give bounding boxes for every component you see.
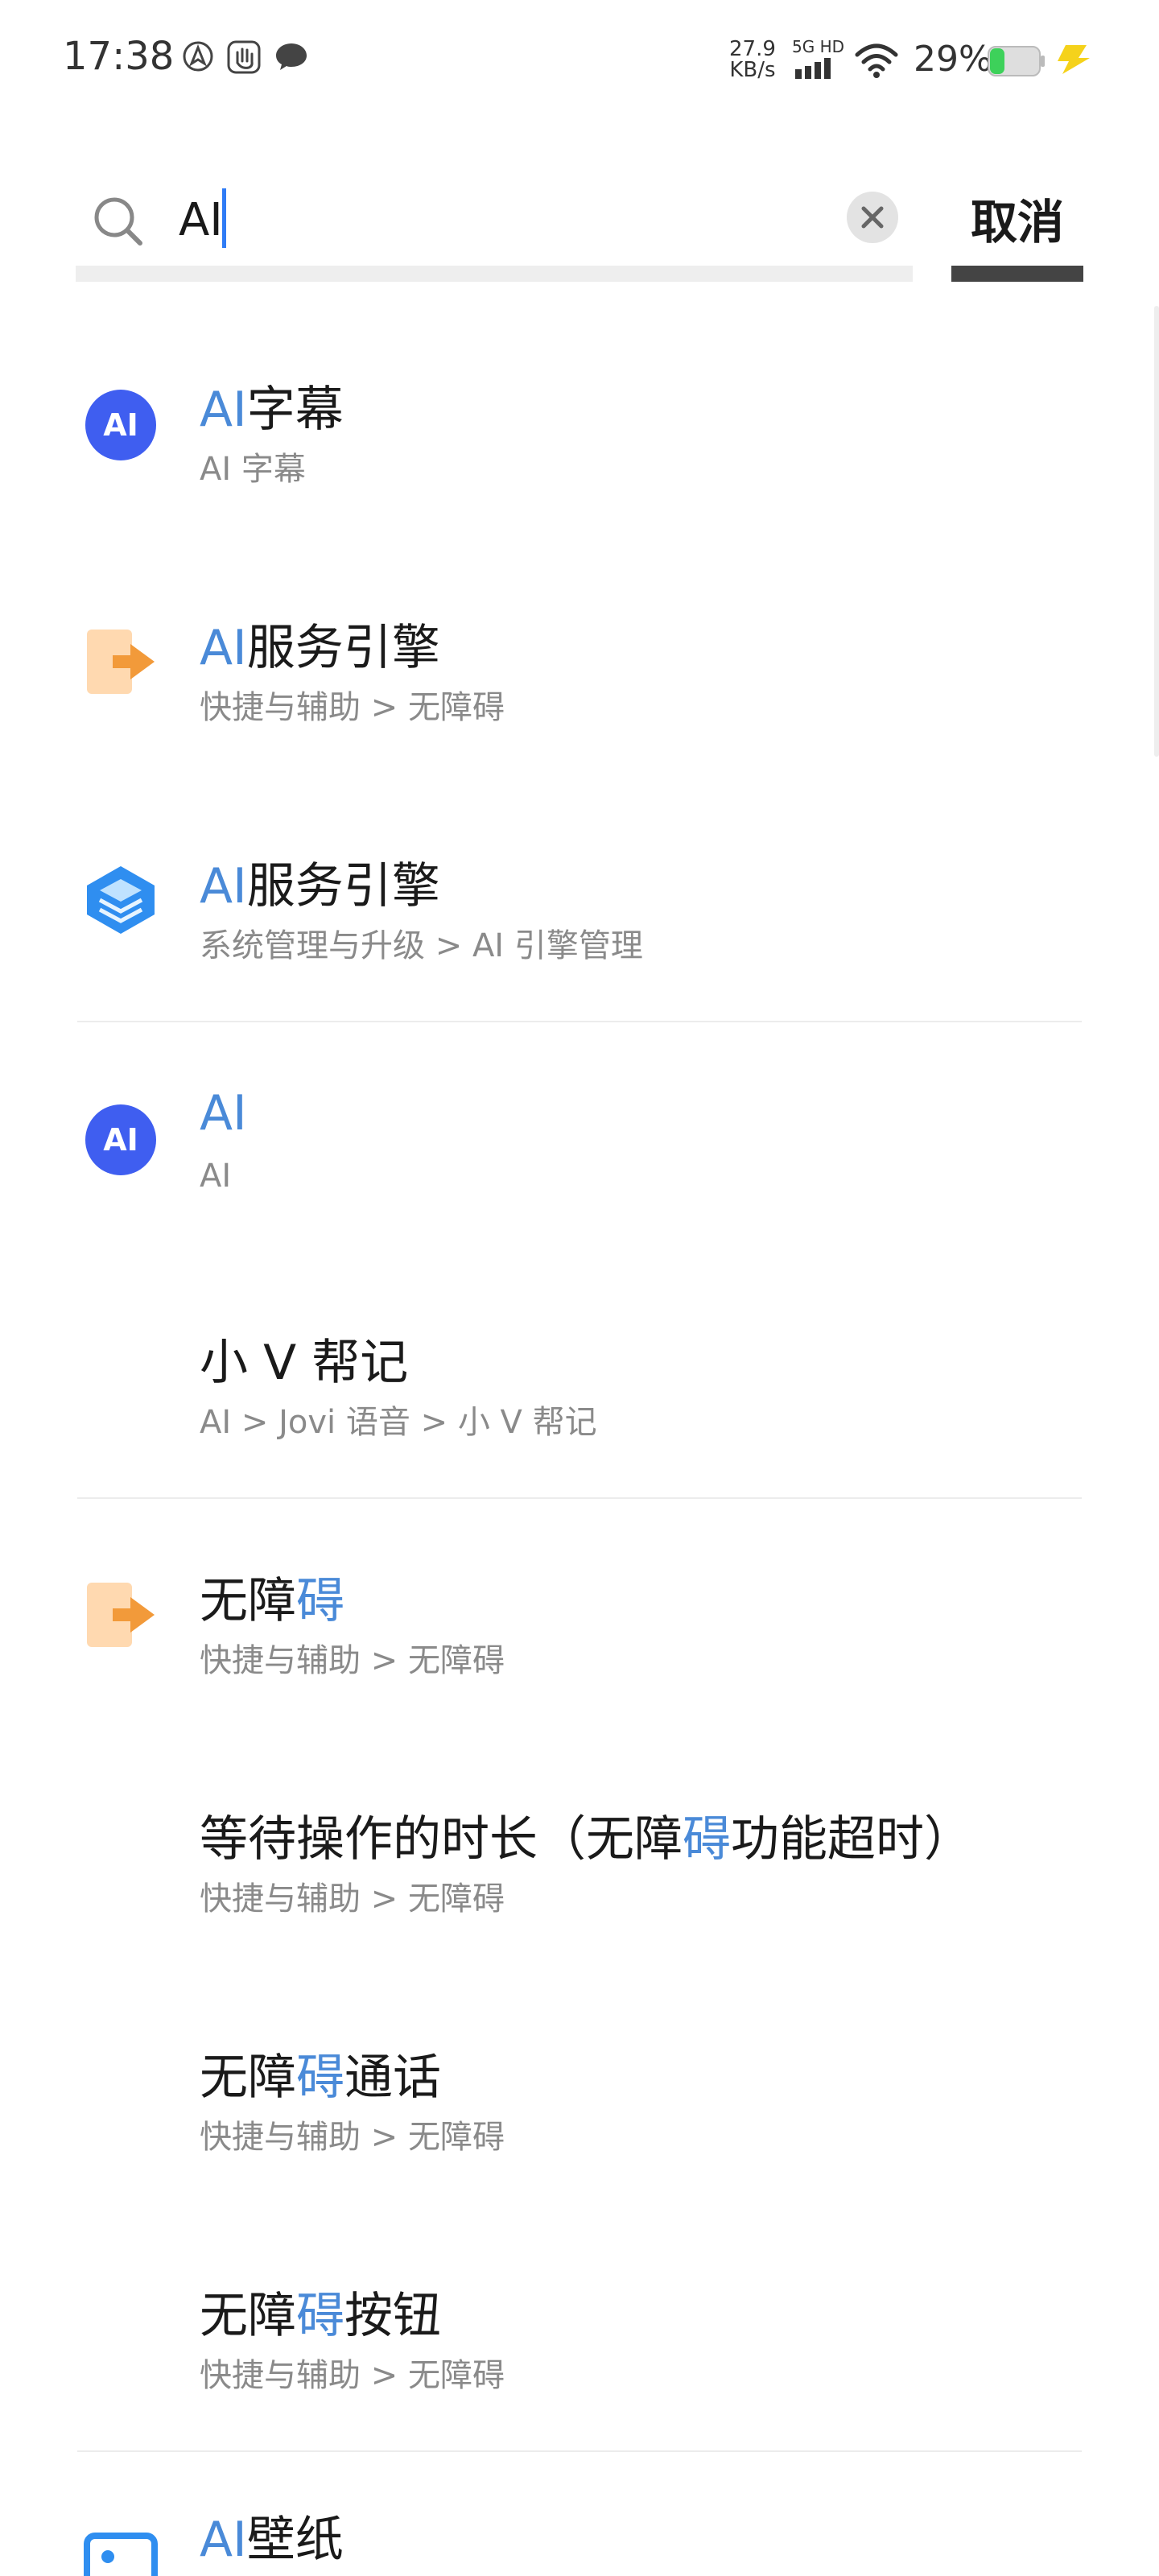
result-path: 快捷与辅助 > 无障碍 [200, 1642, 505, 1679]
result-item[interactable]: AI壁纸 [0, 2491, 1159, 2576]
result-title: AI壁纸 [200, 2512, 344, 2568]
layers-icon [80, 860, 161, 940]
result-item[interactable]: 等待操作的时长（无障碍功能超时） 快捷与辅助 > 无障碍 [0, 1776, 1159, 2014]
result-item[interactable]: 无障碍通话 快捷与辅助 > 无障碍 [0, 2014, 1159, 2252]
result-title: 小 V 帮记 [200, 1335, 409, 1391]
section-divider [77, 2450, 1082, 2452]
result-path: 快捷与辅助 > 无障碍 [200, 689, 505, 726]
result-title: AI字幕 [200, 382, 344, 438]
result-title: AI [200, 1085, 247, 1141]
result-title: AI服务引擎 [200, 858, 440, 914]
result-title: 无障碍通话 [200, 2050, 441, 2106]
result-title: 等待操作的时长（无障碍功能超时） [200, 1811, 972, 1868]
svg-text:AI: AI [103, 1122, 138, 1158]
result-path: AI > Jovi 语音 > 小 V 帮记 [200, 1404, 597, 1441]
result-title: 无障碍按钮 [200, 2288, 441, 2344]
result-item[interactable]: AI AI字幕 AI 字幕 [0, 346, 1159, 584]
result-item[interactable]: AI服务引擎 快捷与辅助 > 无障碍 [0, 584, 1159, 823]
result-title: 无障碍 [200, 1573, 344, 1629]
section-divider [77, 1497, 1082, 1499]
search-results: AI AI字幕 AI 字幕 AI服务引擎 快捷与辅助 > 无障碍 AI服务引擎 … [0, 0, 1159, 2576]
result-path: 系统管理与升级 > AI 引擎管理 [200, 927, 643, 964]
section-divider [77, 1021, 1082, 1022]
accessibility-arrow-icon [80, 621, 161, 702]
result-item[interactable]: AI AI AI [0, 1061, 1159, 1299]
result-path: AI [200, 1158, 232, 1195]
wallpaper-icon [80, 2528, 161, 2576]
result-path: 快捷与辅助 > 无障碍 [200, 2357, 505, 2394]
result-item[interactable]: 无障碍按钮 快捷与辅助 > 无障碍 [0, 2252, 1159, 2491]
ai-badge-icon: AI [80, 1100, 161, 1180]
result-item[interactable]: AI服务引擎 系统管理与升级 > AI 引擎管理 [0, 823, 1159, 1061]
result-title: AI服务引擎 [200, 620, 440, 676]
result-path: AI 字幕 [200, 451, 306, 488]
result-item[interactable]: 无障碍 快捷与辅助 > 无障碍 [0, 1538, 1159, 1776]
ai-badge-icon: AI [80, 385, 161, 465]
accessibility-arrow-icon [80, 1575, 161, 1655]
result-path: 快捷与辅助 > 无障碍 [200, 2119, 505, 2156]
svg-text:AI: AI [103, 407, 138, 443]
result-item[interactable]: 小 V 帮记 AI > Jovi 语音 > 小 V 帮记 [0, 1299, 1159, 1538]
result-path: 快捷与辅助 > 无障碍 [200, 1880, 505, 1918]
